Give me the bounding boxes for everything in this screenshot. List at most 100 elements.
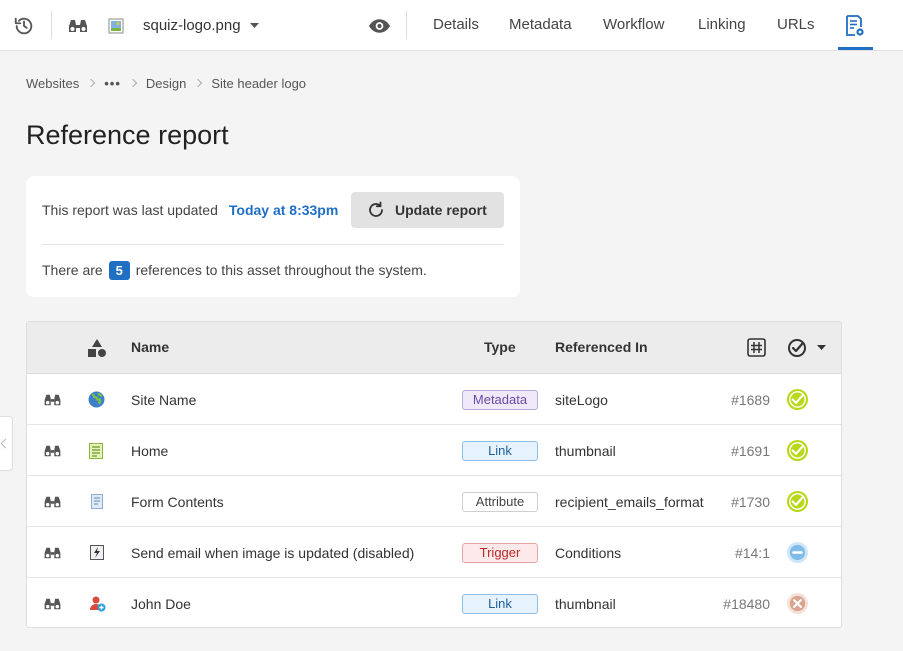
last-updated-label: This report was last updated bbox=[42, 202, 218, 218]
image-file-icon bbox=[108, 18, 124, 33]
reference-name: Form Contents bbox=[131, 493, 224, 510]
table-row[interactable]: Form Contents Attribute recipient_emails… bbox=[27, 476, 841, 527]
type-badge: Trigger bbox=[462, 527, 538, 578]
asset-id[interactable]: #14:1 bbox=[687, 527, 770, 578]
asset-id[interactable]: #1689 bbox=[687, 374, 770, 425]
binoculars-icon bbox=[44, 445, 61, 456]
status-live-icon bbox=[786, 476, 809, 527]
reference-name: Site Name bbox=[131, 391, 197, 408]
type-label: Link bbox=[462, 593, 538, 614]
type-label: Metadata bbox=[462, 389, 538, 410]
asset-id[interactable]: #1730 bbox=[687, 476, 770, 527]
reference-name: Send email when image is updated (disabl… bbox=[131, 544, 415, 561]
chevron-right-icon bbox=[128, 78, 138, 88]
asset-id[interactable]: #1691 bbox=[687, 425, 770, 476]
asset-type-column-header[interactable] bbox=[87, 322, 107, 373]
referenced-in: thumbnail bbox=[555, 595, 616, 612]
type-label: Attribute bbox=[462, 491, 538, 512]
update-report-button[interactable]: Update report bbox=[351, 192, 504, 228]
status-live-icon bbox=[786, 425, 809, 476]
status-disabled-icon bbox=[786, 527, 809, 578]
tab-linking[interactable]: Linking bbox=[698, 0, 746, 51]
references-table: Name Type Referenced In Site Name Metada… bbox=[26, 321, 842, 628]
referenced-in: thumbnail bbox=[555, 442, 616, 459]
eye-icon bbox=[368, 18, 391, 33]
side-panel-toggle[interactable] bbox=[0, 416, 13, 471]
last-updated-row: This report was last updated Today at 8:… bbox=[42, 192, 338, 228]
asset-selector[interactable]: squiz-logo.png bbox=[108, 0, 259, 51]
page-icon bbox=[89, 425, 103, 476]
name-column-header[interactable]: Name bbox=[131, 322, 169, 373]
table-row[interactable]: Site Name Metadata siteLogo #1689 bbox=[27, 374, 841, 425]
report-settings-icon bbox=[846, 14, 864, 36]
type-badge: Link bbox=[462, 578, 538, 627]
page-title: Reference report bbox=[26, 120, 229, 150]
status-filter-dropdown[interactable] bbox=[787, 322, 826, 373]
status-live-icon bbox=[786, 374, 809, 425]
breadcrumb-more[interactable]: ••• bbox=[104, 76, 121, 91]
status-check-icon bbox=[788, 338, 806, 357]
table-row[interactable]: Send email when image is updated (disabl… bbox=[27, 527, 841, 578]
toolbar-separator bbox=[51, 11, 52, 39]
preview-button[interactable] bbox=[68, 0, 88, 51]
report-summary-card: This report was last updated Today at 8:… bbox=[26, 176, 520, 297]
table-row[interactable]: John Doe Link thumbnail #18480 bbox=[27, 578, 841, 627]
referenced-in-column-header[interactable]: Referenced In bbox=[555, 322, 648, 373]
toolbar-separator bbox=[406, 11, 407, 39]
count-prefix: There are bbox=[42, 262, 103, 278]
breadcrumb: Websites ••• Design Site header logo bbox=[26, 74, 306, 92]
globe-icon bbox=[88, 374, 105, 425]
caret-down-icon bbox=[249, 22, 259, 28]
type-badge: Link bbox=[462, 425, 538, 476]
referenced-in: siteLogo bbox=[555, 391, 608, 408]
update-report-label: Update report bbox=[395, 202, 487, 218]
reference-name: Home bbox=[131, 442, 169, 459]
binoculars-icon bbox=[69, 19, 87, 32]
breadcrumb-item-websites[interactable]: Websites bbox=[26, 76, 79, 91]
referenced-in: recipient_emails_format bbox=[555, 493, 704, 510]
active-tab-indicator bbox=[838, 47, 873, 50]
table-row[interactable]: Home Link thumbnail #1691 bbox=[27, 425, 841, 476]
preview-button[interactable] bbox=[43, 527, 62, 578]
hash-icon bbox=[747, 338, 766, 357]
reference-count-row: There are 5 references to this asset thr… bbox=[42, 260, 427, 280]
binoculars-icon bbox=[44, 394, 61, 405]
reference-name: John Doe bbox=[131, 595, 191, 612]
preview-button[interactable] bbox=[43, 476, 62, 527]
tab-reference-report[interactable] bbox=[845, 0, 865, 51]
type-label: Trigger bbox=[462, 542, 538, 563]
view-toggle-button[interactable] bbox=[368, 0, 391, 51]
table-header: Name Type Referenced In bbox=[27, 322, 841, 374]
count-suffix: references to this asset throughout the … bbox=[135, 262, 427, 278]
binoculars-icon bbox=[44, 547, 61, 558]
tab-metadata[interactable]: Metadata bbox=[509, 0, 572, 51]
shapes-icon bbox=[88, 338, 106, 357]
preview-button[interactable] bbox=[43, 425, 62, 476]
tab-urls[interactable]: URLs bbox=[777, 0, 815, 51]
tab-workflow[interactable]: Workflow bbox=[603, 0, 664, 51]
chevron-right-icon bbox=[86, 78, 96, 88]
asset-id-column-header[interactable] bbox=[747, 322, 766, 373]
last-updated-time: Today at 8:33pm bbox=[228, 202, 339, 218]
reference-count-badge: 5 bbox=[108, 260, 130, 280]
asset-name: squiz-logo.png bbox=[143, 17, 241, 34]
asset-id[interactable]: #18480 bbox=[687, 578, 770, 627]
card-divider bbox=[42, 244, 504, 245]
user-icon bbox=[89, 578, 106, 627]
history-button[interactable] bbox=[13, 0, 35, 51]
chevron-right-icon bbox=[194, 78, 203, 88]
caret-down-icon bbox=[817, 344, 826, 350]
breadcrumb-item-design[interactable]: Design bbox=[146, 76, 186, 91]
tab-details[interactable]: Details bbox=[433, 0, 479, 51]
referenced-in: Conditions bbox=[555, 544, 622, 561]
status-archived-icon bbox=[786, 578, 809, 627]
type-label: Link bbox=[462, 440, 538, 461]
type-badge: Attribute bbox=[462, 476, 538, 527]
history-icon bbox=[14, 17, 33, 34]
trigger-icon bbox=[90, 527, 104, 578]
type-column-header[interactable]: Type bbox=[484, 322, 516, 373]
preview-button[interactable] bbox=[43, 578, 62, 627]
binoculars-icon bbox=[44, 496, 61, 507]
top-toolbar: squiz-logo.png Details Metadata Workflow… bbox=[0, 0, 903, 51]
preview-button[interactable] bbox=[43, 374, 62, 425]
